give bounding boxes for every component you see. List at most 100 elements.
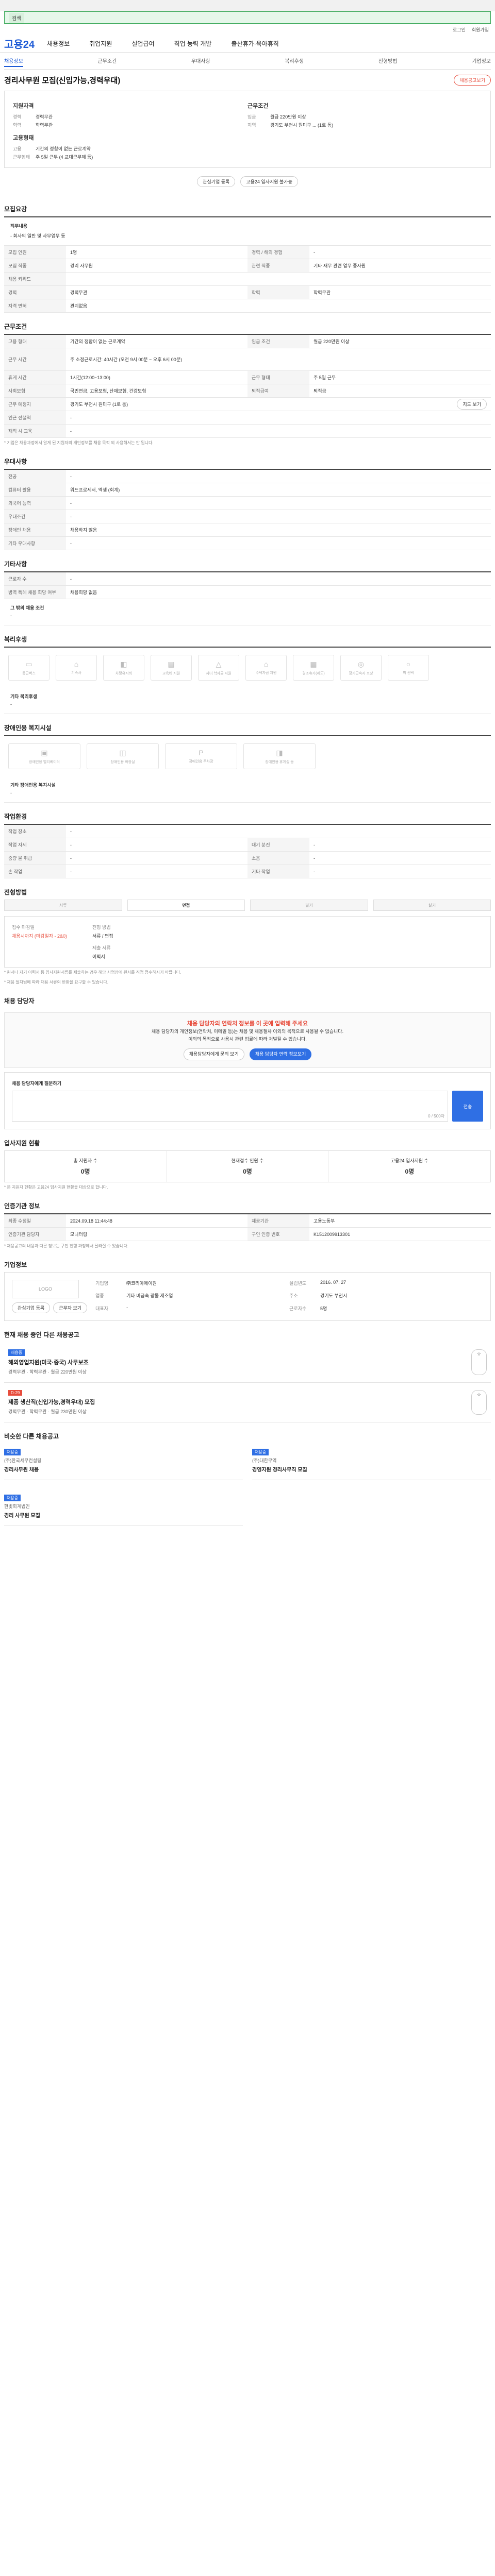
login-link[interactable]: 로그인: [453, 26, 466, 33]
disabled-icons: ▣ 장애인용 엘리베이터 ◫ 장애인용 화장실 P 장애인용 주차장 ◨ 장애인용 휴게…: [4, 735, 491, 776]
welfare-label: 장기근속자 포상: [349, 671, 373, 675]
lounge-icon: ◨: [276, 748, 283, 757]
tab-work[interactable]: 근무조건: [97, 57, 117, 67]
tab-company[interactable]: 기업정보: [472, 57, 491, 67]
grid-key: 모집 직종: [4, 259, 66, 273]
contact-alert-text: 이외의 목적으로 사용시 관련 법률에 따라 처벌될 수 있습니다.: [188, 1037, 307, 1042]
question-textarea[interactable]: 0 / 500자: [12, 1091, 448, 1122]
utility-links: 로그인 회원가입: [0, 24, 495, 35]
grid-value: -: [309, 852, 491, 865]
company-staff-button[interactable]: 근무자 보기: [53, 1302, 88, 1313]
gnb-item[interactable]: 출산휴가·육아휴직: [231, 39, 278, 48]
grid-value: -: [66, 425, 491, 438]
view-posting-button[interactable]: 채용공고보기: [454, 75, 491, 86]
disabled-extra-label: 기타 장애인용 복지시설: [10, 783, 56, 788]
grid-key: 모집 인원: [4, 246, 66, 259]
section-title: 근무조건: [4, 323, 27, 330]
search-query-chip[interactable]: 검색: [9, 12, 25, 23]
company-favorite-button[interactable]: 관심기업 등록: [12, 1302, 51, 1313]
step-document: 서류: [4, 900, 122, 911]
posting-company: 한빛회계법인: [4, 1504, 30, 1509]
company-value: 경기도 부천시: [320, 1293, 348, 1299]
recruit-grid: 모집 인원 1명 경력 / 해외 경험 - 모집 직종 경리 사무원 관련 직종 기타 …: [4, 246, 491, 313]
char-count: 0 / 500자: [428, 1114, 444, 1118]
grid-value: -: [66, 572, 491, 586]
info-card: 최종 수정일 2024.09.18 11:44:48 제공기관 고용노동부 인증기관…: [4, 1213, 491, 1241]
send-button[interactable]: 전송: [452, 1091, 483, 1122]
contact-info-button[interactable]: 채용 담당자 연락 정보보기: [249, 1048, 312, 1060]
company-card: LOGO 관심기업 등록 근무자 보기 기업명 ㈜코리아에이원 설립년도 2016.…: [4, 1272, 491, 1321]
bookmark-icon[interactable]: ☆: [471, 1349, 487, 1375]
welfare-item: ▦ 경조휴가(제도): [293, 655, 334, 681]
process-key: 전형 방법: [92, 925, 111, 930]
etc-card: 근로자 수- 병역 특례 채용 희망 여부 채용희망 없음 그 밖의 채용 조건 …: [4, 571, 491, 625]
company-key: 업종: [95, 1293, 104, 1299]
posting-title[interactable]: 경영지원 경리사무직 모집: [252, 1465, 491, 1473]
process-deadline: 접수 마감일 채용시까지 (마감일자 - 2&0): [12, 924, 84, 960]
grid-key: 작업 장소: [4, 825, 66, 838]
welfare-item: ▭ 통근버스: [8, 655, 50, 681]
favorite-company-button[interactable]: 관심기업 등록: [197, 176, 236, 187]
process-value: 서류 / 면접: [92, 934, 113, 939]
grid-key: 우대조건: [4, 510, 66, 523]
step-practical: 실기: [373, 900, 491, 911]
process-note: * 원서나 자기 이력서 등 입사지원서류를 제출하는 경우 해당 사업장에 원…: [4, 970, 182, 975]
company-value: ㈜코리아에이원: [126, 1281, 157, 1286]
grid-value: -: [66, 497, 491, 510]
tab-process[interactable]: 전형방법: [378, 57, 398, 67]
similar-posting[interactable]: 채용중 (주)대한무역 경영지원 경리사무직 모집: [252, 1444, 491, 1480]
grid-value: 관계없음: [66, 299, 491, 313]
posting-meta: 경력무관 · 학력무관 · 월급 220만원 이상: [8, 1369, 87, 1375]
grid-value: -: [309, 838, 491, 852]
posting-title[interactable]: 제품 생산직(신입가능,경력우대) 모집: [8, 1398, 95, 1406]
grid-key: 경력 / 해외 경험: [248, 246, 309, 259]
graduation-icon: △: [216, 659, 222, 668]
similar-posting[interactable]: 채용중 한빛회계법인 경리 사무원 모집: [4, 1489, 243, 1526]
apply-unavailable-button[interactable]: 고용24 입사지원 불가능: [240, 176, 298, 187]
stat-label: 현재접수 인원 수: [231, 1158, 264, 1163]
grid-value: -: [66, 825, 491, 838]
site-header: 고용24 채용정보 취업지원 실업급여 직업 능력 개발 출산휴가·육아휴직: [0, 35, 495, 53]
grid-value: -: [66, 537, 491, 550]
welfare-extra-card: 기타 복리후생 -: [4, 688, 491, 714]
tab-welfare[interactable]: 복리후생: [285, 57, 304, 67]
gnb-item[interactable]: 채용정보: [47, 39, 70, 48]
similar-posting[interactable]: 채용중 (주)한국세무컨설팅 경리사무원 채용: [4, 1444, 243, 1480]
section-title: 장애인용 복지시설: [4, 724, 52, 732]
section-title: 현재 채용 중인 다른 채용공고: [4, 1331, 79, 1338]
site-logo[interactable]: 고용24: [4, 36, 35, 51]
grid-key: 경력: [4, 286, 66, 299]
signup-link[interactable]: 회원가입: [472, 26, 489, 33]
grid-key: 중량 물 취급: [4, 852, 66, 865]
none-icon: ○: [406, 660, 411, 668]
site-search-bar[interactable]: 검색: [4, 11, 491, 24]
posting-title[interactable]: 경리사무원 채용: [4, 1465, 243, 1473]
company-value: 2016. 07. 27: [320, 1280, 346, 1285]
process-info: 접수 마감일 채용시까지 (마감일자 - 2&0) 전형 방법 서류 / 면접 …: [4, 916, 491, 968]
gnb-item[interactable]: 직업 능력 개발: [174, 39, 212, 48]
info-note: * 채용공고의 내용과 다른 정보는 구인 진행 과정에서 달라질 수 있습니다…: [4, 1244, 128, 1248]
gnb-item[interactable]: 취업지원: [89, 39, 112, 48]
map-button[interactable]: 지도 보기: [457, 399, 487, 410]
contact-inquiry-button[interactable]: 채용담당자에게 문의 보기: [183, 1048, 244, 1060]
posting-title[interactable]: 경리 사무원 모집: [4, 1511, 243, 1519]
tab-prefer[interactable]: 우대사항: [191, 57, 210, 67]
welfare-item: △ 자녀 학자금 지원: [198, 655, 239, 681]
company-logo: LOGO: [12, 1280, 79, 1298]
summary-value: 경기도 부천시 원미구 ... (1로 동): [270, 123, 334, 128]
tab-recruit[interactable]: 채용정보: [4, 57, 23, 67]
welfare-icons: ▭ 통근버스 ⌂ 기숙사 ◧ 차량유지비 ▤ 교육비 지원 △ 자녀 학자금 지원 ⌂ 주택…: [4, 647, 491, 688]
other-posting[interactable]: D-29 제품 생산직(신입가능,경력우대) 모집 경력무관 · 학력무관 · …: [4, 1383, 491, 1422]
facility-label: 장애인용 주차장: [189, 760, 213, 764]
grid-value: 고용노동부: [309, 1214, 491, 1228]
welfare-item: ▤ 교육비 지원: [151, 655, 192, 681]
gnb-item[interactable]: 실업급여: [131, 39, 154, 48]
posting-title[interactable]: 해외영업지원(미국·중국) 사무보조: [8, 1358, 89, 1366]
job-title-row: 경리사무원 모집(신입가능,경력우대) 채용공고보기: [0, 70, 495, 91]
welfare-extra: 기타 복리후생 -: [4, 688, 491, 714]
other-posting[interactable]: 채용중 해외영업지원(미국·중국) 사무보조 경력무관 · 학력무관 · 월급 …: [4, 1342, 491, 1383]
facility-item: ◨ 장애인용 휴게실 등: [243, 743, 316, 769]
status-badge: 채용중: [8, 1349, 25, 1356]
bookmark-icon[interactable]: ☆: [471, 1390, 487, 1415]
posting-meta: 경력무관 · 학력무관 · 월급 230만원 이상: [8, 1409, 87, 1414]
